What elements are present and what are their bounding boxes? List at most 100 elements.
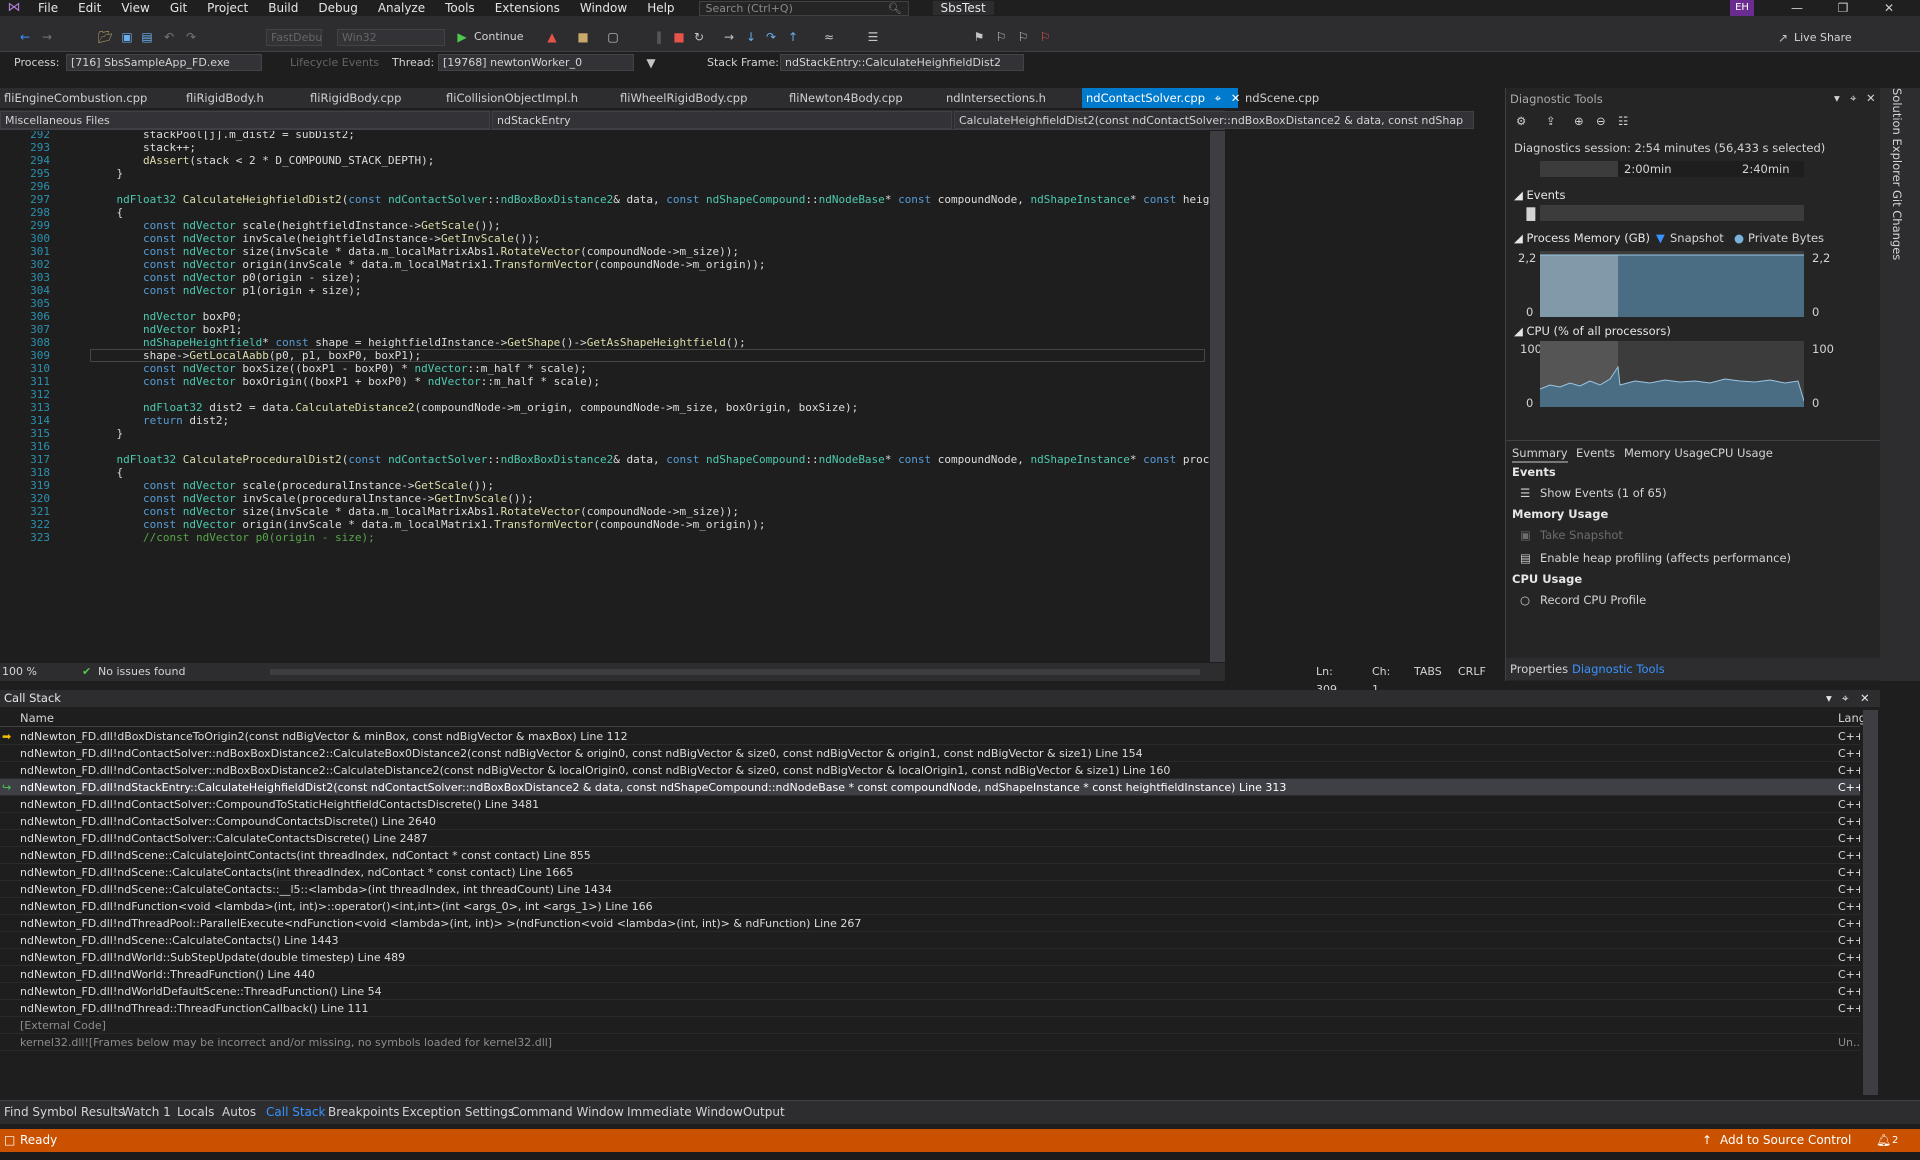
menu-help[interactable]: Help (637, 0, 684, 16)
bookmark-icon[interactable]: ⚑ (972, 30, 986, 44)
stop-icon[interactable]: ■ (672, 30, 686, 44)
cs-menu-icon[interactable]: ▾ (1826, 690, 1832, 707)
tab-output[interactable]: Output (743, 1105, 785, 1119)
show-next-statement-icon[interactable]: → (722, 30, 736, 44)
undo-icon[interactable]: ↶ (162, 30, 176, 44)
menu-extensions[interactable]: Extensions (485, 0, 570, 16)
call-stack-scrollbar[interactable] (1863, 710, 1878, 1095)
project-dropdown[interactable]: Miscellaneous Files (0, 111, 490, 129)
tab-autos[interactable]: Autos (222, 1105, 256, 1119)
prev-bookmark-icon[interactable]: ⚐ (994, 30, 1008, 44)
show-events-link[interactable]: Show Events (1 of 65) (1540, 486, 1667, 500)
solution-explorer-tab[interactable]: Solution Explorer (1890, 88, 1904, 186)
settings-icon[interactable]: ⚙ (1516, 114, 1526, 128)
close-tab-icon[interactable]: ✕ (1231, 91, 1241, 105)
record-cpu-button[interactable]: Record CPU Profile (1540, 593, 1646, 607)
call-stack-row[interactable]: ndNewton_FD.dll!ndContactSolver::ndBoxBo… (0, 762, 1860, 779)
step-out-icon[interactable]: ↑ (786, 30, 800, 44)
tab-find-symbol[interactable]: Find Symbol Results (4, 1105, 124, 1119)
menu-file[interactable]: File (28, 0, 68, 16)
menu-view[interactable]: View (111, 0, 159, 16)
call-stack-row[interactable]: ndNewton_FD.dll!ndFunction<void <lambda>… (0, 898, 1860, 915)
export-icon[interactable]: ⇪ (1546, 114, 1556, 128)
tab-ndContactSolver[interactable]: ndContactSolver.cpp ⌖ ✕ (1082, 88, 1241, 108)
indent-mode[interactable]: TABS (1414, 663, 1442, 681)
call-stack-row[interactable]: ndNewton_FD.dll!ndWorldDefaultScene::Thr… (0, 983, 1860, 1000)
cs-pin-icon[interactable]: ⌖ (1842, 690, 1848, 707)
menu-git[interactable]: Git (160, 0, 197, 16)
call-stack-row[interactable]: ndNewton_FD.dll!ndContactSolver::Calcula… (0, 830, 1860, 847)
tab-watch1[interactable]: Watch 1 (122, 1105, 171, 1119)
search-box[interactable]: Search (Ctrl+Q) 🔍︎ (698, 0, 909, 16)
tab-breakpoints[interactable]: Breakpoints (328, 1105, 399, 1119)
filter-icon[interactable]: ▼ (644, 56, 658, 70)
call-stack-row[interactable]: ➡ ndNewton_FD.dll!dBoxDistanceToOrigin2(c… (0, 728, 1860, 745)
call-stack-row[interactable]: ndNewton_FD.dll!ndScene::CalculateContac… (0, 881, 1860, 898)
configuration-dropdown[interactable]: FastDebu (266, 29, 322, 46)
fire-icon[interactable]: ▲ (545, 30, 559, 44)
call-stack-row[interactable]: ndNewton_FD.dll!ndThread::ThreadFunction… (0, 1000, 1860, 1017)
menu-analyze[interactable]: Analyze (368, 0, 435, 16)
member-dropdown[interactable]: CalculateHeighfieldDist2(const ndContact… (954, 111, 1474, 129)
continue-button[interactable]: Continue (474, 28, 523, 45)
git-changes-tab[interactable]: Git Changes (1890, 190, 1904, 260)
folder-icon[interactable]: ■ (576, 30, 590, 44)
events-expander[interactable]: ◢ Events (1514, 188, 1565, 202)
col-name[interactable]: Name (20, 710, 54, 727)
properties-tab[interactable]: Properties (1510, 662, 1568, 676)
tab-immediate-window[interactable]: Immediate Window (627, 1105, 743, 1119)
zoom-level[interactable]: 100 % (2, 663, 37, 681)
next-bookmark-icon[interactable]: ⚐ (1016, 30, 1030, 44)
cpu-graph[interactable] (1540, 341, 1804, 407)
call-stack-row[interactable]: ndNewton_FD.dll!ndScene::CalculateContac… (0, 864, 1860, 881)
minimize-icon[interactable]: — (1774, 0, 1820, 16)
threads-icon[interactable]: ☰ (866, 30, 880, 44)
tab-ndIntersections[interactable]: ndIntersections.h (946, 88, 1046, 108)
tab-command-window[interactable]: Command Window (511, 1105, 624, 1119)
tab-fliCollisionObjectImpl[interactable]: fliCollisionObjectImpl.h (446, 88, 578, 108)
save-all-icon[interactable]: ▤ (140, 30, 154, 44)
live-share-button[interactable]: Live Share (1794, 29, 1852, 46)
menu-tools[interactable]: Tools (435, 0, 485, 16)
thread-dropdown[interactable]: [19768] newtonWorker_0 (438, 54, 634, 71)
tab-fliRigidBody-h[interactable]: fliRigidBody.h (186, 88, 264, 108)
call-stack-row[interactable]: ↪ ndNewton_FD.dll!ndStackEntry::Calculate… (0, 779, 1860, 796)
events-track[interactable] (1540, 205, 1804, 221)
forward-icon[interactable]: → (40, 30, 54, 44)
call-stack-row[interactable]: [External Code] (0, 1017, 1860, 1034)
continue-icon[interactable]: ▶ (455, 30, 469, 44)
call-stack-row[interactable]: ndNewton_FD.dll!ndWorld::ThreadFunction(… (0, 966, 1860, 983)
process-dropdown[interactable]: [716] SbsSampleApp_FD.exe (66, 54, 262, 71)
diag-tab-memory[interactable]: Memory Usage (1624, 446, 1710, 460)
reset-zoom-icon[interactable]: ☷ (1618, 114, 1628, 128)
restart-icon[interactable]: ↻ (692, 30, 706, 44)
call-stack-row[interactable]: ndNewton_FD.dll!ndContactSolver::ndBoxBo… (0, 745, 1860, 762)
call-stack-row[interactable]: ndNewton_FD.dll!ndContactSolver::Compoun… (0, 796, 1860, 813)
code-editor[interactable]: 291 stackPool[j].m_node1 = node1;292 sta… (0, 131, 1210, 662)
redo-icon[interactable]: ↷ (184, 30, 198, 44)
call-stack-row[interactable]: ndNewton_FD.dll!ndWorld::SubStepUpdate(d… (0, 949, 1860, 966)
pin-icon[interactable]: ⌖ (1215, 91, 1221, 105)
cpu-expander[interactable]: ◢ CPU (% of all processors) (1514, 324, 1671, 338)
clear-bookmarks-icon[interactable]: ⚐ (1038, 30, 1052, 44)
call-stack-row[interactable]: ndNewton_FD.dll!ndThreadPool::ParallelEx… (0, 915, 1860, 932)
diag-tab-events[interactable]: Events (1576, 446, 1615, 460)
heap-profiling-toggle[interactable]: Enable heap profiling (affects performan… (1540, 551, 1791, 565)
tab-fliRigidBody-cpp[interactable]: fliRigidBody.cpp (310, 88, 401, 108)
restore-icon[interactable]: ❐ (1820, 0, 1866, 16)
pause-icon[interactable]: ‖ (652, 30, 666, 44)
step-into-icon[interactable]: ↓ (744, 30, 758, 44)
user-avatar[interactable]: EH (1730, 0, 1754, 16)
diag-tab-cpu[interactable]: CPU Usage (1710, 446, 1773, 460)
tab-exception-settings[interactable]: Exception Settings (402, 1105, 514, 1119)
issues-status[interactable]: No issues found (98, 663, 185, 681)
menu-debug[interactable]: Debug (308, 0, 367, 16)
zoom-in-icon[interactable]: ⊕ (1574, 114, 1584, 128)
call-stack-row[interactable]: ndNewton_FD.dll!ndScene::CalculateContac… (0, 932, 1860, 949)
platform-dropdown[interactable]: Win32 (337, 29, 445, 46)
tab-call-stack[interactable]: Call Stack (266, 1105, 325, 1119)
memory-expander[interactable]: ◢ Process Memory (GB) (1514, 231, 1650, 245)
zoom-out-icon[interactable]: ⊖ (1596, 114, 1606, 128)
diag-tab-summary[interactable]: Summary (1512, 446, 1568, 463)
open-folder-icon[interactable]: 📂︎ (98, 30, 113, 44)
